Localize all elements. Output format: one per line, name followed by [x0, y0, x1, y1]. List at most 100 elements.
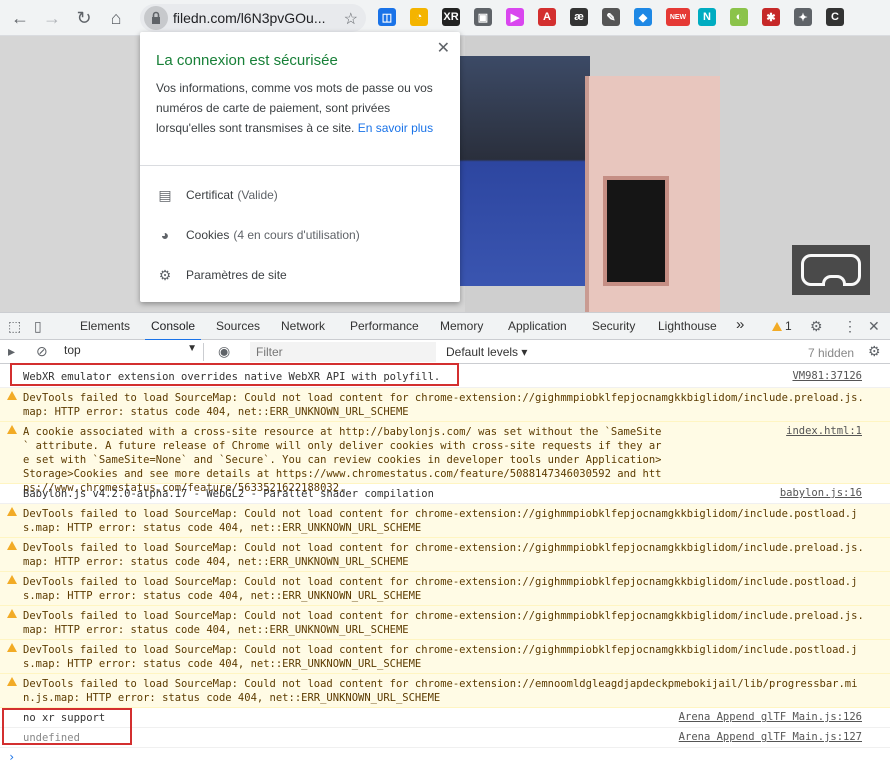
site-settings-item[interactable]: ⚙ Paramètres de site — [156, 266, 287, 284]
tab-performance[interactable]: Performance — [350, 319, 419, 333]
tab-security[interactable]: Security — [592, 319, 635, 333]
ext-diamond-icon[interactable]: ◆ — [634, 8, 652, 26]
inspect-element-icon[interactable]: ⬚ — [8, 318, 21, 335]
console-prompt[interactable]: › — [8, 750, 15, 764]
tab-application[interactable]: Application — [508, 319, 567, 333]
tab-network[interactable]: Network — [281, 319, 325, 333]
clear-console-icon[interactable]: ⊘ — [36, 343, 48, 360]
warning-icon — [7, 425, 17, 435]
certificate-status: (Valide) — [237, 188, 278, 202]
console-source-link[interactable]: index.html:1 — [786, 425, 862, 437]
cookie-icon: ◕ — [160, 227, 170, 243]
ext-xr-icon[interactable]: XR — [442, 8, 460, 26]
vr-goggles-icon — [801, 254, 861, 286]
tab-sources[interactable]: Sources — [216, 319, 260, 333]
console-source-link[interactable]: Arena Append glTF Main.js:126 — [679, 711, 862, 723]
cookies-count: (4 en cours d'utilisation) — [233, 228, 360, 242]
console-source-link[interactable]: Arena Append glTF Main.js:127 — [679, 731, 862, 743]
warning-icon — [7, 391, 17, 401]
kebab-menu-icon[interactable]: ⋮ — [843, 318, 857, 335]
ext-pdf-icon[interactable]: A — [538, 8, 556, 26]
reload-icon[interactable]: ↻ — [72, 6, 96, 30]
console-log: WebXR emulator extension overrides nativ… — [0, 364, 890, 781]
console-warning-row[interactable]: DevTools failed to load SourceMap: Could… — [0, 572, 890, 606]
console-source-link[interactable]: babylon.js:16 — [780, 487, 862, 499]
cookies-item[interactable]: ◕ Cookies (4 en cours d'utilisation) — [156, 226, 360, 244]
lock-icon[interactable] — [144, 6, 168, 30]
console-source-link[interactable]: VM981:37126 — [792, 370, 862, 382]
warnings-counter[interactable]: 1 — [772, 319, 792, 333]
ext-ae-icon[interactable]: æ — [570, 8, 588, 26]
console-message-text: DevTools failed to load SourceMap: Could… — [23, 678, 858, 704]
ext-spider-icon[interactable]: ✱ — [762, 8, 780, 26]
forward-icon[interactable]: → — [40, 6, 64, 30]
console-warning-row[interactable]: DevTools failed to load SourceMap: Could… — [0, 388, 890, 422]
cookies-label: Cookies — [186, 228, 230, 242]
console-message-text: DevTools failed to load SourceMap: Could… — [23, 508, 858, 534]
warning-icon — [7, 677, 17, 687]
address-bar[interactable]: filedn.com/l6N3pvGOu... ☆ — [140, 4, 366, 32]
sidebar-toggle-icon[interactable]: ▸ — [8, 343, 15, 360]
tab-lighthouse[interactable]: Lighthouse — [658, 319, 717, 333]
ext-ce-icon[interactable]: C — [826, 8, 844, 26]
log-levels-dropdown[interactable]: Default levels ▾ — [446, 345, 527, 359]
settings-gear-icon[interactable]: ⚙ — [810, 318, 823, 335]
devtools-tabbar: ⬚ ▯ Elements Console Sources Network Per… — [0, 312, 890, 341]
ext-briefcase-icon[interactable]: ▣ — [474, 8, 492, 26]
console-message-row[interactable]: Babylon.js v4.2.0-alpha.17 - WebGL2 - Pa… — [0, 484, 890, 504]
tab-memory[interactable]: Memory — [440, 319, 483, 333]
ext-new-icon[interactable]: NEW — [666, 8, 690, 26]
warning-icon — [7, 575, 17, 585]
back-icon[interactable]: ← — [8, 6, 32, 30]
console-warning-row[interactable]: DevTools failed to load SourceMap: Could… — [0, 538, 890, 572]
hidden-count: 7 hidden — [808, 346, 855, 360]
tab-elements[interactable]: Elements — [80, 319, 130, 333]
console-warning-row[interactable]: DevTools failed to load SourceMap: Could… — [0, 674, 890, 708]
learn-more-link[interactable]: En savoir plus — [358, 121, 433, 135]
tab-console[interactable]: Console — [144, 319, 202, 341]
home-icon[interactable]: ⌂ — [104, 6, 128, 30]
bookmark-star-icon[interactable]: ☆ — [344, 9, 358, 29]
ext-leaf-icon[interactable]: ◐ — [730, 8, 748, 26]
browser-toolbar: ← → ↻ ⌂ filedn.com/l6N3pvGOu... ☆ ◫ ◔ XR ▣ ▶… — [0, 0, 890, 36]
console-message-text: DevTools failed to load SourceMap: Could… — [23, 542, 864, 568]
console-settings-icon[interactable]: ⚙ — [868, 343, 881, 360]
console-message-text: DevTools failed to load SourceMap: Could… — [23, 576, 858, 602]
filter-input[interactable] — [250, 342, 436, 362]
chevron-down-icon: ▼ — [187, 343, 197, 354]
console-warning-row[interactable]: DevTools failed to load SourceMap: Could… — [0, 606, 890, 640]
warning-icon — [7, 507, 17, 517]
ext-play-icon[interactable]: ▶ — [506, 8, 524, 26]
ext-pen-icon[interactable]: ✎ — [602, 8, 620, 26]
eye-icon[interactable]: ◉ — [218, 343, 230, 360]
console-message-row[interactable]: no xr support Arena Append glTF Main.js:1… — [0, 708, 890, 728]
ext-bookmark-icon[interactable]: ◫ — [378, 8, 396, 26]
console-message-row[interactable]: undefined Arena Append glTF Main.js:127 — [0, 728, 890, 748]
ext-puzzle-icon[interactable]: ✦ — [794, 8, 812, 26]
vr-headset-button[interactable] — [792, 245, 870, 295]
scene-door-window — [603, 176, 669, 286]
ext-n-icon[interactable]: N — [698, 8, 716, 26]
device-toolbar-icon[interactable]: ▯ — [34, 318, 42, 335]
site-info-popup: La connexion est sécurisée ✕ Vos informa… — [140, 32, 460, 302]
log-levels-label: Default levels — [446, 345, 519, 359]
popup-description: Vos informations, comme vos mots de pass… — [156, 78, 446, 138]
warning-icon — [7, 609, 17, 619]
context-value: top — [64, 343, 81, 357]
close-icon[interactable]: ✕ — [437, 38, 450, 58]
url-text[interactable]: filedn.com/l6N3pvGOu... — [173, 10, 328, 26]
console-warning-row[interactable]: DevTools failed to load SourceMap: Could… — [0, 504, 890, 538]
certificate-item[interactable]: ▤ Certificat (Valide) — [156, 186, 278, 204]
close-devtools-icon[interactable]: ✕ — [868, 318, 880, 335]
console-message-text: DevTools failed to load SourceMap: Could… — [23, 644, 858, 670]
scene-door — [585, 76, 720, 312]
console-warning-row[interactable]: DevTools failed to load SourceMap: Could… — [0, 640, 890, 674]
highlight-box-polyfill — [10, 363, 459, 386]
context-select[interactable]: top ▼ — [64, 343, 204, 361]
console-message-text: DevTools failed to load SourceMap: Could… — [23, 392, 864, 418]
more-tabs-icon[interactable]: » — [736, 316, 744, 333]
console-warning-row[interactable]: A cookie associated with a cross-site re… — [0, 422, 890, 494]
ext-circle-icon[interactable]: ◔ — [410, 8, 428, 26]
popup-divider — [140, 165, 460, 166]
console-message-text: Babylon.js v4.2.0-alpha.17 - WebGL2 - Pa… — [23, 488, 434, 500]
